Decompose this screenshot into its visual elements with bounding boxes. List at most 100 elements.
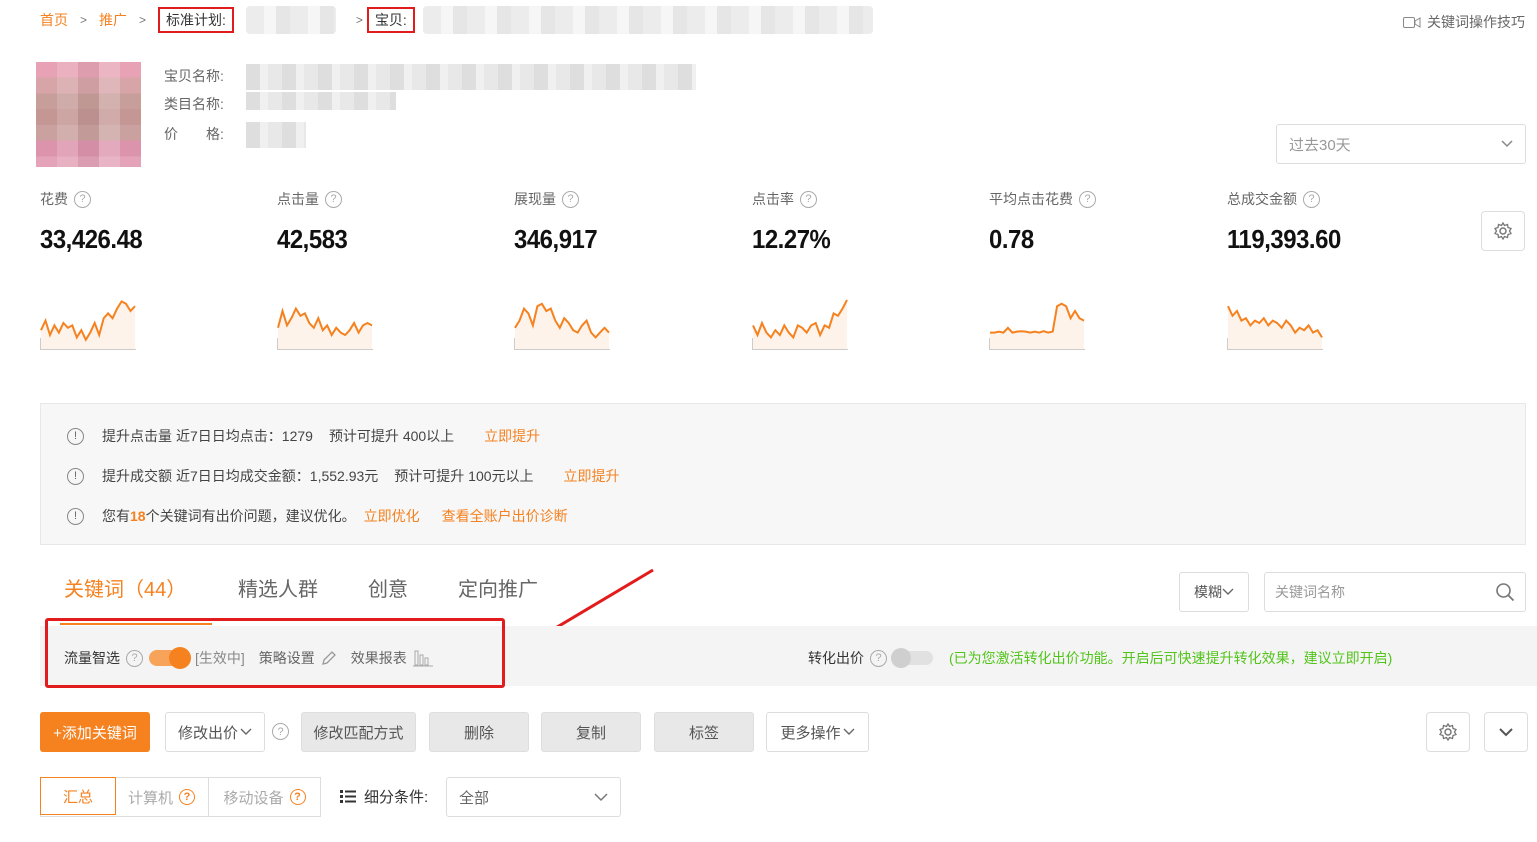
redacted-item-name (422, 6, 873, 34)
gear-icon (1439, 722, 1457, 742)
breadcrumb-promo-link[interactable]: 推广 (99, 10, 127, 30)
delete-button[interactable]: 删除 (429, 712, 529, 752)
tab-audience[interactable]: 精选人群 (238, 573, 318, 602)
breadcrumb-separator: > (80, 13, 88, 27)
modify-bid-button[interactable]: 修改出价 (165, 712, 265, 752)
tab-summary-label: 汇总 (62, 788, 93, 806)
metric-card: 花费? 33,426.48 (40, 188, 240, 350)
more-actions-button[interactable]: 更多操作 (766, 712, 869, 752)
tab-summary[interactable]: 汇总 (40, 777, 116, 815)
keyword-tips-label: 关键词操作技巧 (1427, 14, 1525, 30)
keyword-search-input[interactable]: 关键词名称 (1264, 572, 1526, 612)
metric-sparkline (752, 299, 848, 350)
metric-sparkline (514, 302, 610, 350)
chevron-down-icon (594, 792, 608, 801)
chevron-down-icon (1222, 588, 1234, 595)
segment-select[interactable]: 全部 (446, 777, 621, 817)
tab-mobile[interactable]: 移动设备 ? (209, 778, 320, 816)
redacted-product-name (246, 64, 696, 90)
suggestion-estimate: 预计可提升 100元以上 (394, 468, 534, 484)
redacted-category (246, 92, 396, 110)
boost-clicks-link[interactable]: 立即提升 (484, 426, 540, 446)
metric-label-text: 平均点击花费 (989, 191, 1073, 207)
metric-sparkline (989, 302, 1085, 350)
conversion-bid-label: 转化出价 (808, 650, 864, 666)
table-settings-button[interactable] (1426, 712, 1470, 752)
annotation-highlight-box (45, 618, 505, 688)
suggestion-clicks: ! 提升点击量 近7日日均点击：1279 预计可提升 400以上 立即提升 (67, 426, 540, 446)
tab-computer[interactable]: 计算机 ? (115, 778, 209, 816)
help-icon[interactable]: ? (1079, 190, 1096, 208)
modify-bid-label: 修改出价 (177, 724, 238, 742)
suggestion-detail: 近7日日均成交金额：1,552.93元 (176, 468, 379, 484)
tab-creative[interactable]: 创意 (368, 573, 408, 602)
redacted-plan-name (245, 6, 336, 34)
metrics-settings-button[interactable] (1481, 211, 1525, 251)
tab-mobile-label: 移动设备 (223, 789, 284, 807)
search-placeholder: 关键词名称 (1275, 584, 1345, 600)
help-icon[interactable]: ? (562, 190, 579, 208)
date-range-select[interactable]: 过去30天 (1276, 124, 1526, 164)
list-icon (340, 790, 356, 803)
suggestion-suffix: 个关键词有出价问题，建议优化。 (145, 508, 356, 524)
help-icon[interactable]: ? (74, 190, 91, 208)
video-icon (1403, 16, 1421, 28)
optimize-now-link[interactable]: 立即优化 (364, 506, 420, 526)
suggestion-prefix: 您有 (102, 508, 130, 524)
help-icon[interactable]: ? (179, 789, 195, 805)
metric-label-text: 点击率 (752, 191, 794, 207)
breadcrumb-item-label: 宝贝: (366, 7, 415, 33)
chevron-down-icon (843, 728, 854, 735)
product-name-label: 宝贝名称: (164, 68, 224, 84)
suggestion-bids: ! 您有 18 个关键词有出价问题，建议优化。 立即优化 查看全账户出价诊断 (67, 506, 568, 526)
metric-label-text: 总成交金额 (1227, 191, 1297, 207)
account-bid-diagnosis-link[interactable]: 查看全账户出价诊断 (442, 506, 568, 526)
tag-button[interactable]: 标签 (654, 712, 754, 752)
match-mode-value: 模糊 (1194, 584, 1222, 600)
help-icon[interactable]: ? (272, 723, 289, 740)
suggestion-title: 提升成交额 (102, 468, 172, 484)
breadcrumb: 首页 > 推广 > 标准计划: > 宝贝: (40, 6, 873, 34)
metric-value: 42,583 (277, 224, 348, 254)
device-tabs: 汇总 计算机 ? 移动设备 ? (40, 777, 321, 817)
help-icon[interactable]: ? (1303, 190, 1320, 208)
metric-card: 展现量? 346,917 (514, 188, 714, 350)
suggestion-title: 提升点击量 (102, 428, 172, 444)
metric-card: 总成交金额? 119,393.60 (1227, 188, 1427, 350)
keyword-tips-link[interactable]: 关键词操作技巧 (1403, 12, 1525, 32)
help-icon[interactable]: ? (800, 190, 817, 208)
search-icon[interactable] (1495, 582, 1515, 602)
metric-label: 总成交金额? (1227, 188, 1427, 210)
metric-value: 346,917 (514, 224, 598, 254)
help-icon[interactable]: ? (325, 190, 342, 208)
metric-value: 119,393.60 (1227, 224, 1341, 254)
conversion-bid-toggle[interactable] (891, 648, 933, 668)
breadcrumb-home-link[interactable]: 首页 (40, 10, 68, 30)
breadcrumb-plan-label: 标准计划: (158, 7, 234, 33)
info-icon: ! (67, 467, 84, 485)
help-icon[interactable]: ? (870, 649, 887, 667)
modify-match-button[interactable]: 修改匹配方式 (301, 712, 416, 752)
chevron-down-icon (1501, 140, 1513, 148)
copy-button[interactable]: 复制 (541, 712, 641, 752)
segment-label-text: 细分条件: (364, 789, 429, 806)
suggestion-estimate: 预计可提升 400以上 (328, 428, 455, 444)
expand-button[interactable] (1484, 712, 1528, 752)
metric-value: 33,426.48 (40, 224, 143, 254)
metric-label: 点击率? (752, 188, 952, 210)
tab-computer-label: 计算机 (127, 789, 173, 807)
boost-sales-link[interactable]: 立即提升 (564, 466, 620, 486)
chevron-down-icon (1499, 727, 1513, 736)
metric-label: 展现量? (514, 188, 714, 210)
match-mode-select[interactable]: 模糊 (1179, 572, 1249, 612)
metric-label-text: 点击量 (277, 191, 319, 207)
help-icon[interactable]: ? (289, 789, 306, 805)
metric-label-text: 花费 (40, 191, 68, 207)
problem-keyword-count: 18 (130, 508, 146, 524)
category-label: 类目名称: (164, 96, 224, 112)
gear-icon (1494, 221, 1512, 241)
add-keyword-button[interactable]: +添加关键词 (40, 712, 150, 752)
redacted-price (246, 122, 306, 148)
breadcrumb-separator: > (139, 13, 147, 27)
tab-keywords[interactable]: 关键词（44） (64, 573, 186, 602)
